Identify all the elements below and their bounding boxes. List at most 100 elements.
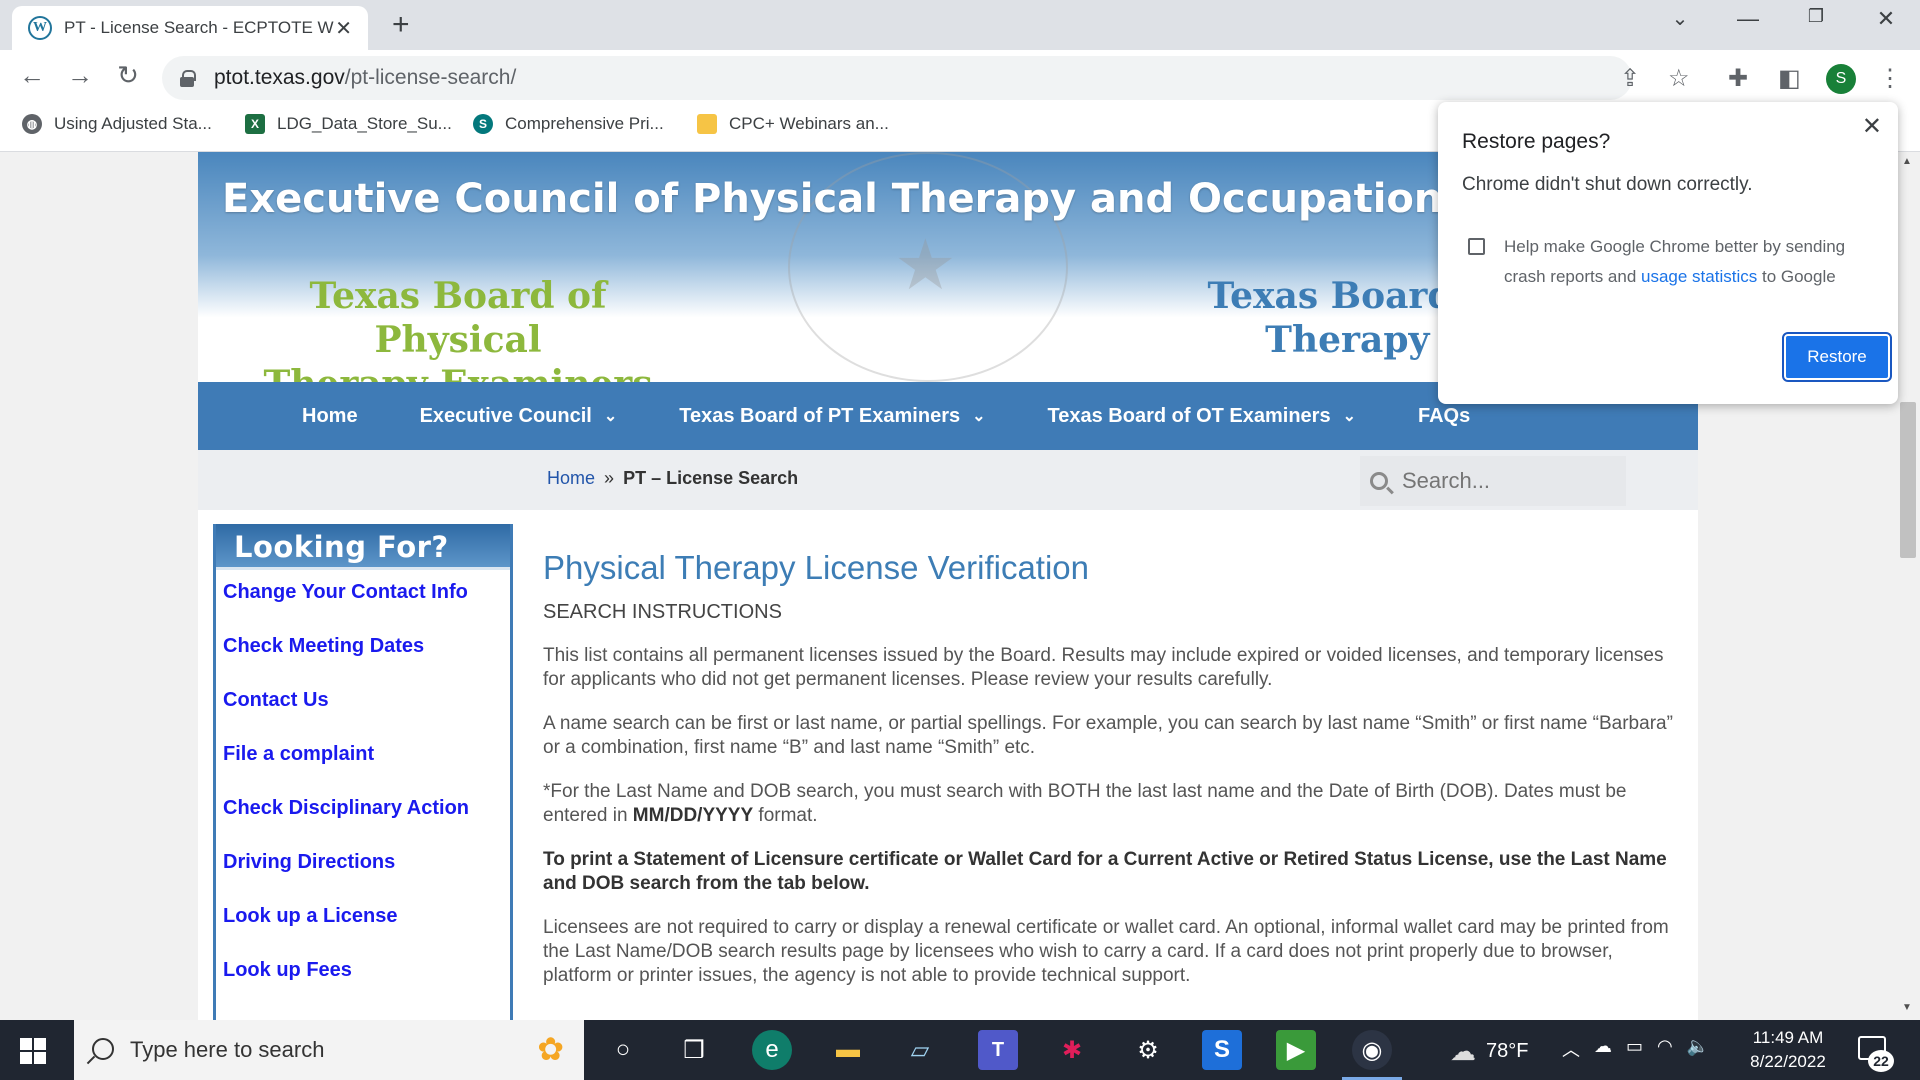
cortana-icon[interactable]: ○: [603, 1030, 643, 1070]
paragraph-name-search: A name search can be first or last name,…: [543, 713, 1673, 758]
folder-icon: [697, 114, 717, 134]
bookmark-label: LDG_Data_Store_Su...: [277, 114, 452, 133]
breadcrumb-bar: Home » PT – License Search: [198, 450, 1698, 510]
side-panel-icon[interactable]: ◧: [1778, 64, 1801, 93]
sidebar-link-change-contact-info[interactable]: Change Your Contact Info: [223, 578, 510, 632]
bookmark-item[interactable]: X LDG_Data_Store_Su...: [245, 114, 452, 134]
wifi-icon[interactable]: ◠: [1657, 1036, 1673, 1062]
sidebar-link-meeting-dates[interactable]: Check Meeting Dates: [223, 632, 510, 686]
sidebar-link-driving-directions[interactable]: Driving Directions: [223, 848, 510, 902]
nav-faqs[interactable]: FAQs: [1418, 405, 1470, 428]
bookmark-star-icon[interactable]: ☆: [1668, 64, 1690, 93]
tab-close-icon[interactable]: ✕: [335, 16, 352, 41]
main-content: Physical Therapy License Verification SE…: [543, 549, 1673, 1008]
share-icon[interactable]: ⇪: [1620, 64, 1640, 93]
breadcrumb-separator: »: [604, 468, 615, 488]
profile-avatar[interactable]: S: [1826, 64, 1856, 94]
taskbar-search-placeholder: Type here to search: [130, 1037, 325, 1062]
clock-time: 11:49 AM: [1752, 1028, 1824, 1047]
scroll-down-icon[interactable]: ▼: [1902, 1002, 1912, 1013]
back-icon[interactable]: ←: [14, 60, 50, 91]
breadcrumb-current: PT – License Search: [623, 468, 799, 488]
app-s-icon[interactable]: S: [1202, 1030, 1242, 1070]
chrome-icon[interactable]: ◉: [1342, 1030, 1402, 1080]
browser-tab[interactable]: W PT - License Search - ECPTOTE W ✕: [12, 6, 368, 50]
scrollbar-thumb[interactable]: [1900, 402, 1916, 558]
sharepoint-icon: S: [473, 114, 493, 134]
battery-icon[interactable]: ▭: [1626, 1036, 1643, 1062]
dob-text-c: format.: [753, 805, 818, 826]
nav-pt-board[interactable]: Texas Board of PT Examiners ⌄: [679, 405, 985, 428]
slack-icon[interactable]: ✱: [1052, 1030, 1092, 1070]
chevron-down-icon: ⌄: [603, 408, 618, 425]
tab-strip: W PT - License Search - ECPTOTE W ✕ + ⌄ …: [0, 0, 1920, 50]
taskbar-clock[interactable]: 11:49 AM 8/22/2022: [1738, 1026, 1838, 1074]
tab-search-icon[interactable]: ⌄: [1660, 6, 1700, 31]
bookmark-item[interactable]: CPC+ Webinars an...: [697, 114, 889, 134]
cloud-sun-icon: ☁: [1450, 1036, 1476, 1066]
close-icon[interactable]: ✕: [1862, 112, 1882, 141]
paragraph-wallet-card: Licensees are not required to carry or d…: [543, 917, 1669, 986]
settings-gear-icon[interactable]: ⚙: [1128, 1030, 1168, 1070]
forward-icon[interactable]: →: [62, 60, 98, 91]
chevron-up-icon[interactable]: ︿: [1562, 1036, 1580, 1062]
search-icon[interactable]: [1370, 472, 1388, 490]
sidebar-link-contact-us[interactable]: Contact Us: [223, 686, 510, 740]
windows-start-icon[interactable]: [20, 1038, 46, 1064]
crash-report-checkbox[interactable]: [1468, 238, 1485, 255]
nav-ot-board[interactable]: Texas Board of OT Examiners ⌄: [1048, 405, 1356, 428]
media-app-icon[interactable]: ▶: [1276, 1030, 1316, 1070]
file-explorer-icon[interactable]: ▬: [828, 1030, 868, 1070]
help-text-b: to Google: [1757, 267, 1836, 286]
date-format: MM/DD/YYYY: [632, 805, 754, 826]
edge-icon[interactable]: e: [752, 1030, 792, 1070]
nav-label: Texas Board of PT Examiners: [679, 404, 961, 427]
dialog-title: Restore pages?: [1462, 130, 1611, 153]
system-tray: ︿ ☁ ▭ ◠ 🔈: [1562, 1036, 1709, 1062]
usage-statistics-link[interactable]: usage statistics: [1641, 267, 1757, 286]
instructions-heading: SEARCH INSTRUCTIONS: [543, 601, 782, 623]
teams-icon[interactable]: T: [978, 1030, 1018, 1070]
nav-label: FAQs: [1417, 404, 1471, 427]
page-title: Physical Therapy License Verification: [543, 549, 1090, 586]
bookmark-item[interactable]: S Comprehensive Pri...: [473, 114, 664, 134]
pt-board-logo[interactable]: Texas Board of Physical Therapy Examiner…: [248, 274, 668, 382]
lock-icon: [180, 70, 196, 87]
restore-button[interactable]: Restore: [1782, 332, 1892, 382]
menu-icon[interactable]: ⋮: [1878, 64, 1902, 93]
page-scrollbar[interactable]: ▲ ▼: [1896, 152, 1920, 1020]
nav-home[interactable]: Home: [302, 405, 358, 428]
browser-toolbar: ← → ↻ ptot.texas.gov/pt-license-search/ …: [0, 50, 1920, 106]
site-search-input[interactable]: [1402, 468, 1602, 494]
restore-pages-dialog: ✕ Restore pages? Chrome didn't shut down…: [1438, 102, 1898, 404]
chevron-down-icon: ⌄: [1342, 408, 1356, 425]
new-tab-button[interactable]: +: [392, 8, 410, 42]
taskbar-search-box[interactable]: Type here to search ✿: [74, 1020, 584, 1080]
volume-icon[interactable]: 🔈: [1687, 1036, 1709, 1062]
nav-executive-council[interactable]: Executive Council ⌄: [420, 405, 618, 428]
sidebar-link-look-up-license[interactable]: Look up a License: [223, 902, 510, 956]
sidebar-link-disciplinary-action[interactable]: Check Disciplinary Action: [223, 794, 510, 848]
sidebar-links: Change Your Contact Info Check Meeting D…: [216, 570, 510, 1010]
onedrive-icon[interactable]: ☁: [1594, 1036, 1612, 1062]
minimize-icon[interactable]: —: [1728, 6, 1768, 32]
address-bar[interactable]: ptot.texas.gov/pt-license-search/: [162, 56, 1632, 100]
windows-taskbar: Type here to search ✿ ○ ❒ e ▬ ▱ T ✱ ⚙ S …: [0, 1020, 1920, 1080]
site-search: [1360, 456, 1626, 506]
url-path: /pt-license-search/: [344, 66, 517, 89]
extensions-icon[interactable]: ✚: [1728, 64, 1748, 93]
breadcrumb-home-link[interactable]: Home: [547, 468, 595, 488]
scroll-up-icon[interactable]: ▲: [1902, 156, 1912, 167]
chevron-down-icon: ⌄: [972, 408, 986, 425]
sidebar-link-look-up-fees[interactable]: Look up Fees: [223, 956, 510, 1010]
breadcrumb: Home » PT – License Search: [547, 468, 798, 489]
weather-widget[interactable]: ☁ 78°F: [1450, 1036, 1528, 1067]
restore-window-icon[interactable]: ❐: [1796, 6, 1836, 27]
sidebar-heading: Looking For?: [216, 524, 510, 570]
reload-icon[interactable]: ↻: [110, 60, 146, 91]
notepad-icon[interactable]: ▱: [900, 1030, 940, 1070]
task-view-icon[interactable]: ❒: [674, 1030, 714, 1070]
bookmark-item[interactable]: ◍ Using Adjusted Sta...: [22, 114, 212, 134]
close-window-icon[interactable]: ✕: [1866, 6, 1906, 32]
sidebar-link-file-complaint[interactable]: File a complaint: [223, 740, 510, 794]
